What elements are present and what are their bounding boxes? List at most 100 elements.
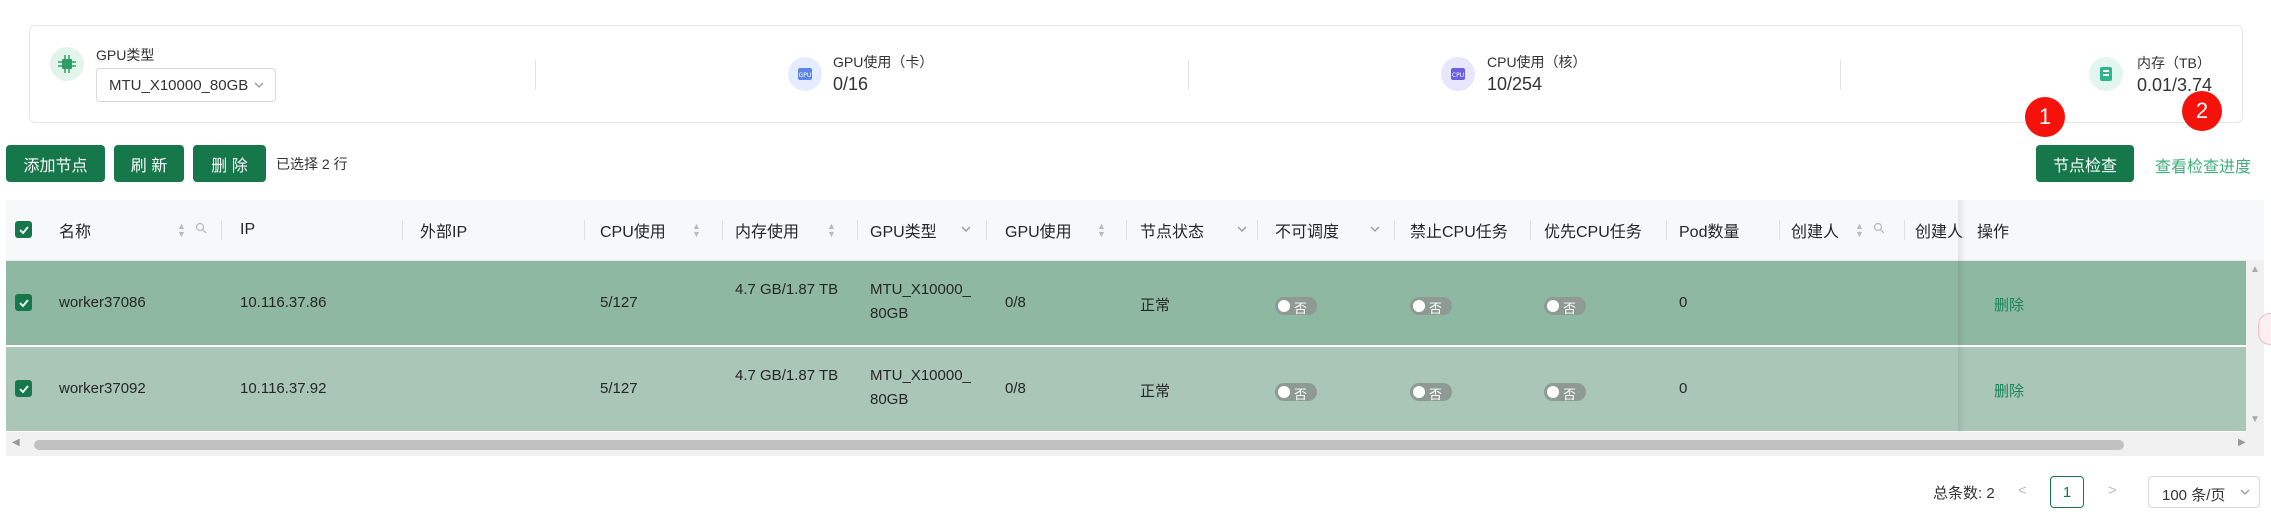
col-ip: IP <box>240 221 256 238</box>
sort-icon[interactable]: ▲ ▼ <box>1097 222 1106 239</box>
page-size-select[interactable]: 100 条/页 <box>2148 476 2260 508</box>
cell-memory: 4.7 GB/1.87 TB <box>735 367 839 384</box>
cell-name: worker37092 <box>59 380 146 397</box>
divider <box>1257 220 1258 240</box>
page-size-value: 100 条/页 <box>2162 487 2226 504</box>
gpu-type-select[interactable]: MTU_X10000_80GB <box>96 68 276 102</box>
prefer-cpu-task-toggle[interactable]: 否 <box>1544 383 1586 402</box>
scroll-left-icon[interactable]: ◀ <box>12 437 20 448</box>
toggle-label: 否 <box>1563 301 1577 316</box>
col-gpu[interactable]: GPU使用 ▲ ▼ <box>1005 200 1115 260</box>
refresh-button[interactable]: 刷 新 <box>114 145 184 182</box>
prev-page-icon[interactable]: < <box>2018 482 2027 499</box>
col-prefer-cpu-task: 优先CPU任务 <box>1544 224 1642 241</box>
toggle-knob <box>1278 300 1290 312</box>
cell-gpu-type: MTU_X10000_80GB <box>870 281 971 322</box>
filter-icon[interactable] <box>960 221 972 239</box>
cell-status: 正常 <box>1140 297 1171 314</box>
gpu-icon: GPU <box>788 57 822 91</box>
divider <box>1840 60 1841 90</box>
divider <box>1188 60 1189 90</box>
filter-icon[interactable] <box>1236 221 1248 239</box>
memory-card-icon <box>2089 57 2123 91</box>
col-memory[interactable]: 内存使用 ▲ ▼ <box>735 200 845 260</box>
horizontal-scrollbar[interactable]: ◀ ▶ <box>6 432 2264 456</box>
row-delete-link[interactable]: 删除 <box>1994 294 2024 315</box>
no-cpu-task-toggle[interactable]: 否 <box>1410 383 1452 402</box>
col-external-ip: 外部IP <box>420 224 468 241</box>
divider <box>986 220 987 240</box>
sort-icon[interactable]: ▲ ▼ <box>1855 222 1864 239</box>
cpu-usage-label: CPU使用（核） <box>1487 54 1587 70</box>
toggle-label: 否 <box>1429 387 1443 402</box>
no-cpu-task-toggle[interactable]: 否 <box>1410 297 1452 316</box>
chip-icon <box>50 47 84 81</box>
total-count: 总条数: 2 <box>1933 485 1995 502</box>
resource-summary-card: GPU类型 MTU_X10000_80GB GPU GPU使用（卡） 0/16 … <box>29 25 2243 123</box>
divider <box>1530 220 1531 240</box>
gpu-type-label: GPU类型 <box>96 47 155 63</box>
current-page[interactable]: 1 <box>2050 476 2084 508</box>
divider <box>1666 220 1667 240</box>
col-creator[interactable]: 创建人 ▲ ▼ <box>1791 200 1901 260</box>
cell-pod-count: 0 <box>1679 380 1688 397</box>
scroll-down-icon[interactable]: ▼ <box>2250 414 2260 425</box>
cell-cpu: 5/127 <box>600 380 638 397</box>
col-cpu[interactable]: CPU使用 ▲ ▼ <box>600 200 710 260</box>
gpu-usage-label: GPU使用（卡） <box>833 54 934 70</box>
check-progress-link[interactable]: 查看检查进度 <box>2155 153 2251 177</box>
divider <box>722 220 723 240</box>
filter-icon[interactable] <box>1369 221 1381 239</box>
unschedulable-toggle[interactable]: 否 <box>1275 383 1317 402</box>
vertical-scrollbar[interactable]: ▲ ▼ <box>2246 260 2264 432</box>
divider <box>1779 220 1780 240</box>
scroll-up-icon[interactable]: ▲ <box>2250 264 2260 275</box>
sort-icon[interactable]: ▲ ▼ <box>827 222 836 239</box>
col-name[interactable]: 名称 ▲ ▼ <box>59 200 209 260</box>
divider <box>221 220 222 240</box>
sort-icon[interactable]: ▲ ▼ <box>177 222 186 239</box>
memory-label: 内存（TB） <box>2137 55 2211 71</box>
col-cpu-label: CPU使用 <box>600 224 666 241</box>
row-checkbox[interactable] <box>15 294 32 311</box>
cell-pod-count: 0 <box>1679 294 1688 311</box>
add-node-button[interactable]: 添加节点 <box>6 145 105 182</box>
toggle-knob <box>1413 300 1425 312</box>
cell-gpu: 0/8 <box>1005 380 1026 397</box>
cell-gpu-type: MTU_X10000_80GB <box>870 367 971 408</box>
cell-status: 正常 <box>1140 383 1171 400</box>
search-icon[interactable] <box>1873 221 1885 239</box>
search-icon[interactable] <box>195 221 207 239</box>
cpu-usage-stat: CPU CPU使用（核） 10/254 <box>1439 26 1739 122</box>
col-unschedulable[interactable]: 不可调度 <box>1275 200 1385 260</box>
select-all-checkbox[interactable] <box>15 221 32 238</box>
divider <box>857 220 858 240</box>
col-memory-label: 内存使用 <box>735 224 800 241</box>
scroll-right-icon[interactable]: ▶ <box>2238 437 2246 448</box>
unschedulable-toggle[interactable]: 否 <box>1275 297 1317 316</box>
chevron-down-icon <box>2239 485 2251 503</box>
cell-memory: 4.7 GB/1.87 TB <box>735 281 839 298</box>
node-check-button[interactable]: 节点检查 <box>2036 145 2134 182</box>
toggle-label: 否 <box>1294 387 1308 402</box>
scrollbar-thumb[interactable] <box>34 440 2124 450</box>
col-node-status[interactable]: 节点状态 <box>1140 200 1250 260</box>
svg-text:GPU: GPU <box>799 72 812 79</box>
floating-side-tab[interactable] <box>2258 313 2271 345</box>
col-gpu-type[interactable]: GPU类型 <box>870 200 980 260</box>
col-gpu-type-label: GPU类型 <box>870 224 937 241</box>
selected-count: 已选择 2 行 <box>276 156 348 172</box>
col-no-cpu-task: 禁止CPU任务 <box>1410 224 1508 241</box>
gpu-usage-value: 0/16 <box>833 74 869 94</box>
table-row[interactable]: worker37092 10.116.37.92 5/127 4.7 GB/1.… <box>6 347 2264 431</box>
divider <box>584 220 585 240</box>
row-delete-link[interactable]: 删除 <box>1994 380 2024 401</box>
table-row[interactable]: worker37086 10.116.37.86 5/127 4.7 GB/1.… <box>6 261 2264 345</box>
col-creator-2: 创建人 <box>1915 224 1964 241</box>
sort-icon[interactable]: ▲ ▼ <box>692 222 701 239</box>
next-page-icon[interactable]: > <box>2108 482 2117 499</box>
col-unschedulable-label: 不可调度 <box>1275 224 1340 241</box>
delete-button[interactable]: 删 除 <box>193 145 266 182</box>
row-checkbox[interactable] <box>15 380 32 397</box>
prefer-cpu-task-toggle[interactable]: 否 <box>1544 297 1586 316</box>
